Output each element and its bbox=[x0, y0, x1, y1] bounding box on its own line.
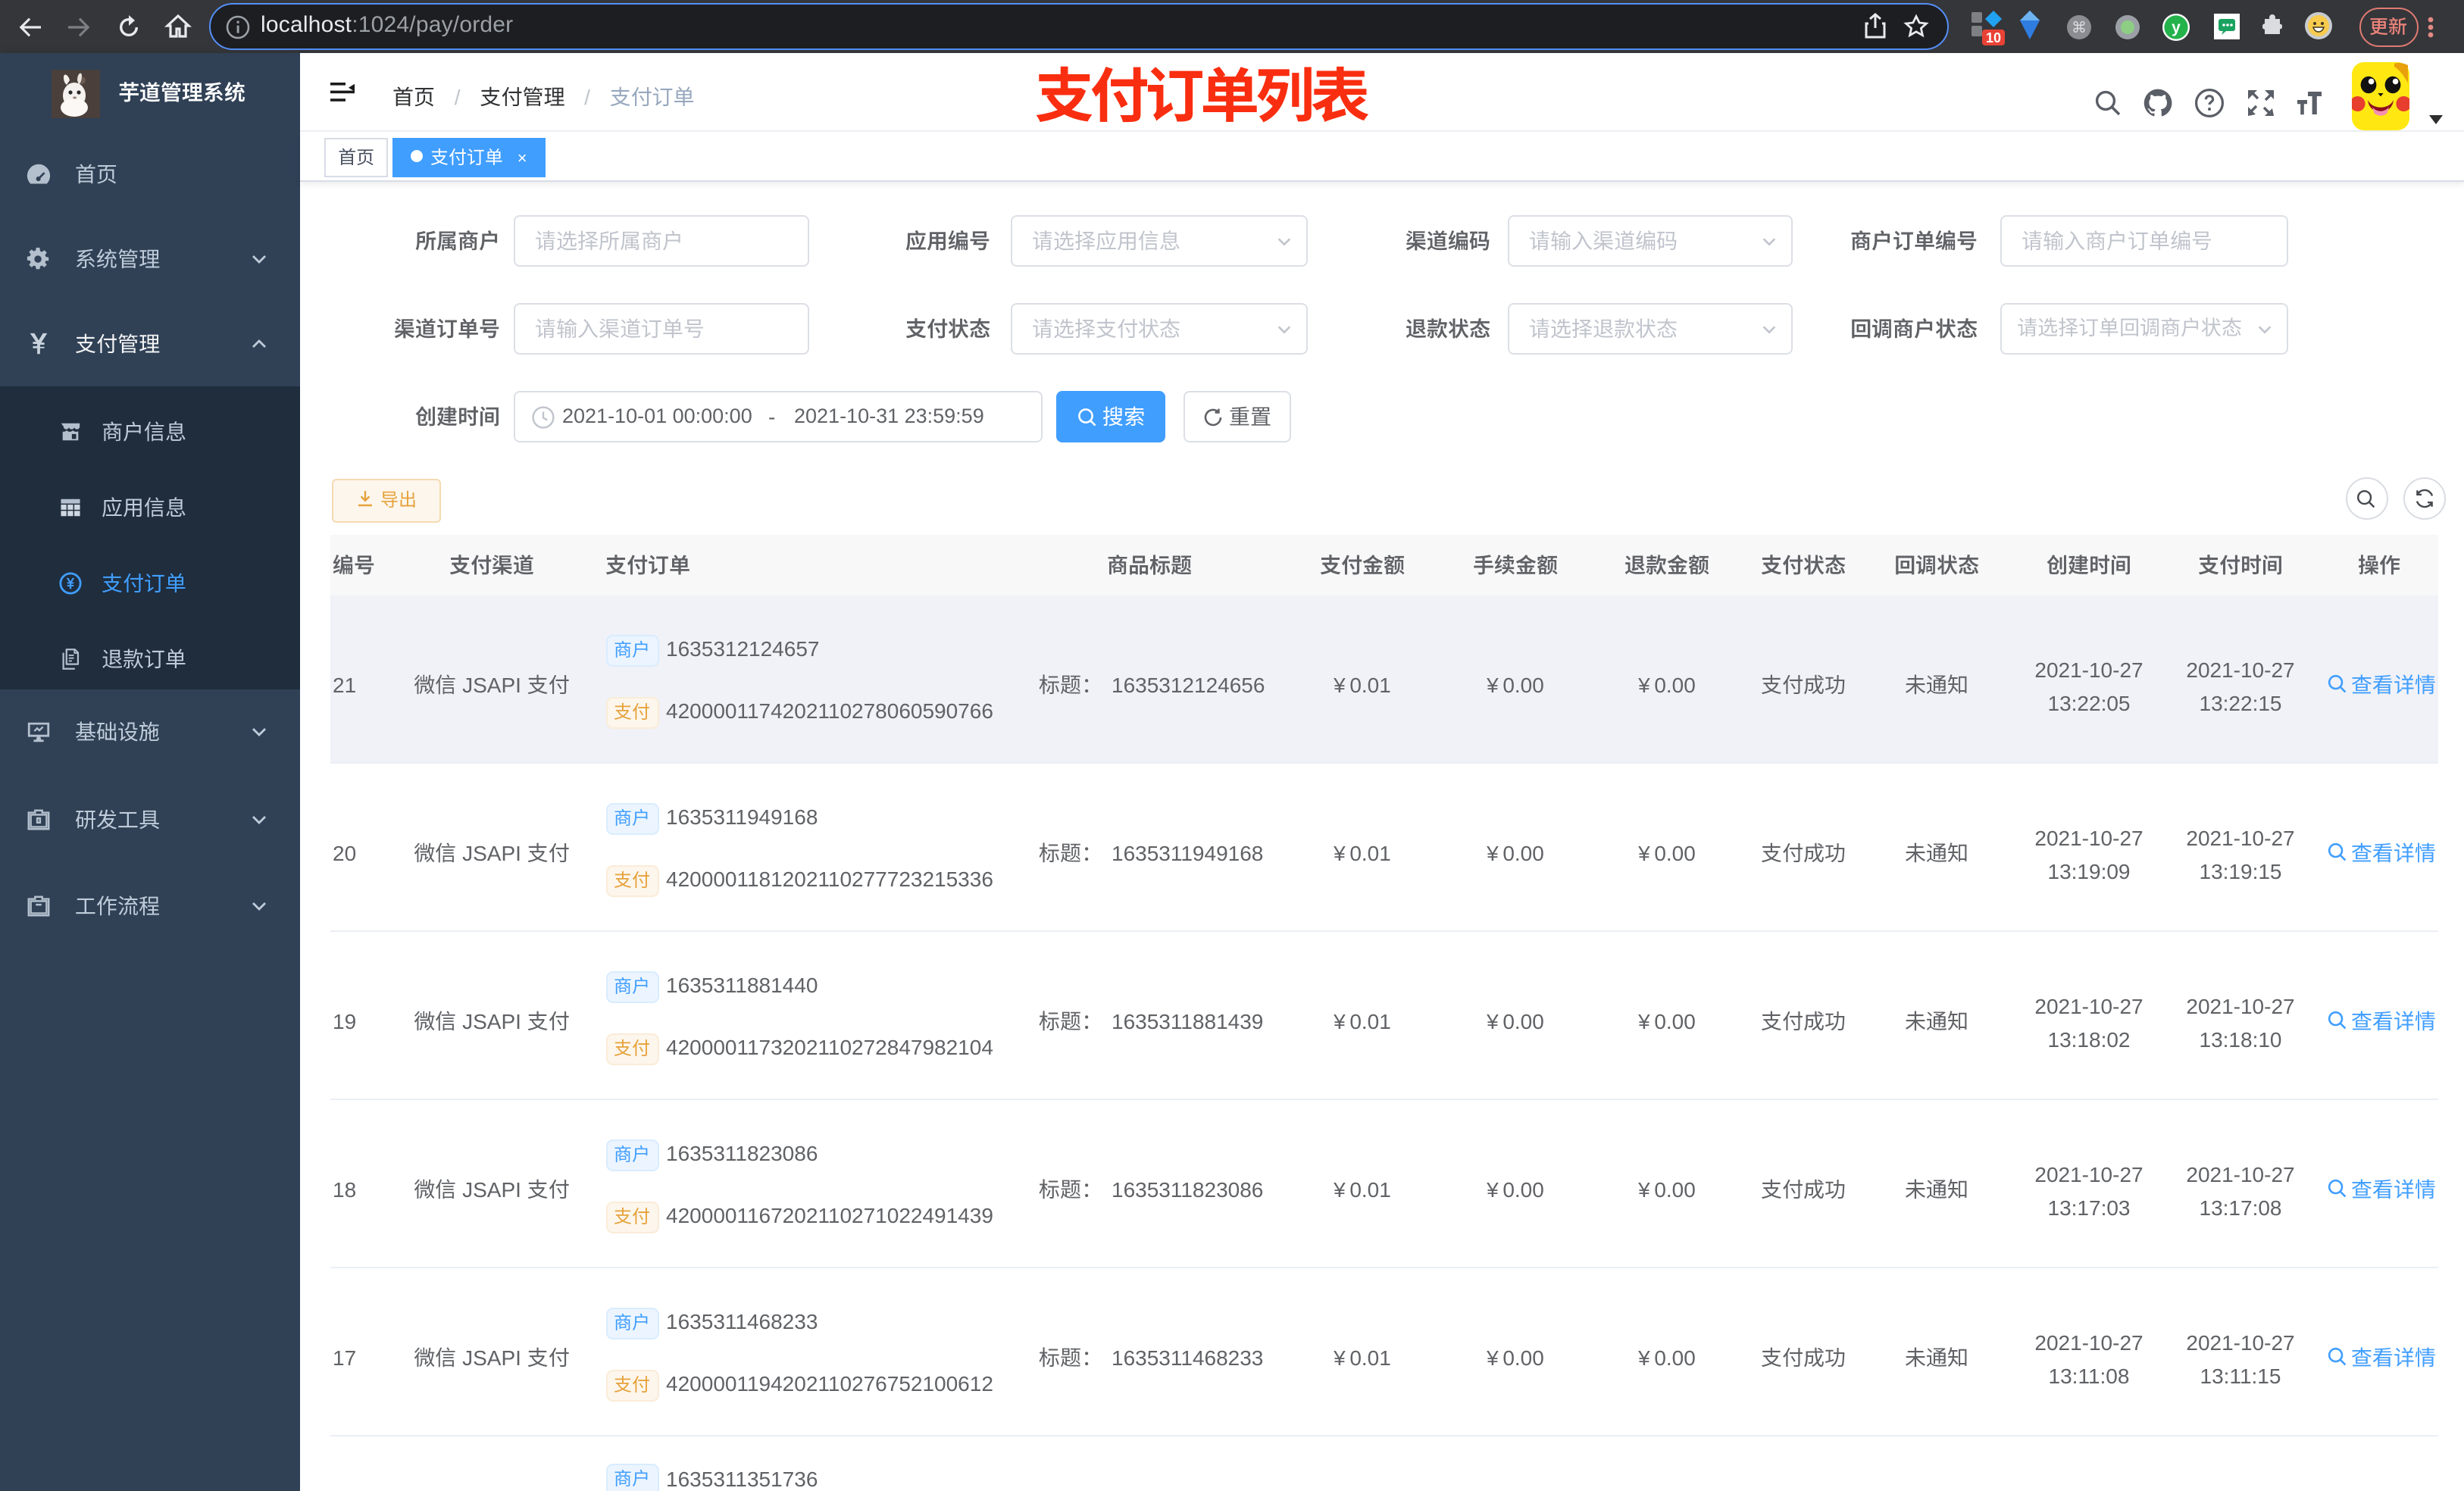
svg-text:y: y bbox=[2172, 18, 2181, 36]
svg-text:10: 10 bbox=[1986, 30, 2001, 45]
svg-text:⌘: ⌘ bbox=[2072, 19, 2087, 36]
